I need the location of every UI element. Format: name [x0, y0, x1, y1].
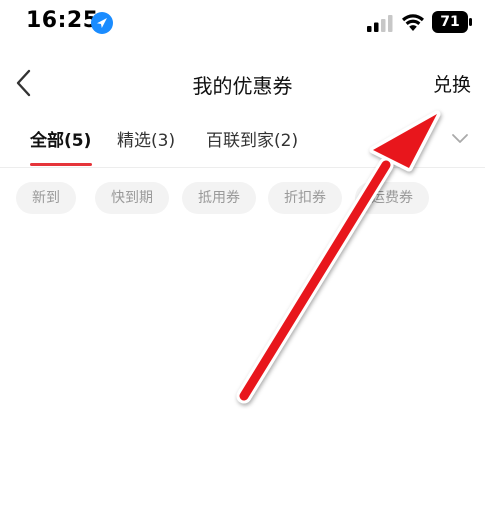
navigation-bar: 我的优惠券 兑换: [0, 56, 485, 106]
tab-all[interactable]: 全部(5): [30, 126, 91, 151]
screen: 16:25 71 我的优惠券 兑换 全部(5) 精选(3) 百联到家(2) 新到…: [0, 0, 485, 505]
filter-chip-discount[interactable]: 折扣券: [268, 182, 342, 214]
filter-chip-expiring[interactable]: 快到期: [95, 182, 169, 214]
redeem-button[interactable]: 兑换: [433, 70, 471, 97]
filter-chip-voucher[interactable]: 抵用券: [182, 182, 256, 214]
chevron-down-icon[interactable]: [451, 133, 469, 145]
wifi-icon: [402, 14, 424, 31]
tab-bailian-daojia[interactable]: 百联到家(2): [206, 126, 298, 151]
tab-selected[interactable]: 精选(3): [117, 126, 175, 151]
coupon-tabs: 全部(5) 精选(3) 百联到家(2): [0, 118, 485, 168]
battery-level: 71: [440, 14, 460, 30]
page-title: 我的优惠券: [192, 74, 293, 98]
filter-chip-shipping[interactable]: 运费券: [355, 182, 429, 214]
status-bar: 16:25 71: [0, 0, 485, 50]
active-tab-indicator: [30, 163, 92, 166]
cellular-signal-icon: [367, 15, 393, 32]
status-time: 16:25: [26, 8, 99, 33]
location-arrow-icon: [91, 12, 113, 34]
filter-chip-new[interactable]: 新到: [16, 182, 76, 214]
